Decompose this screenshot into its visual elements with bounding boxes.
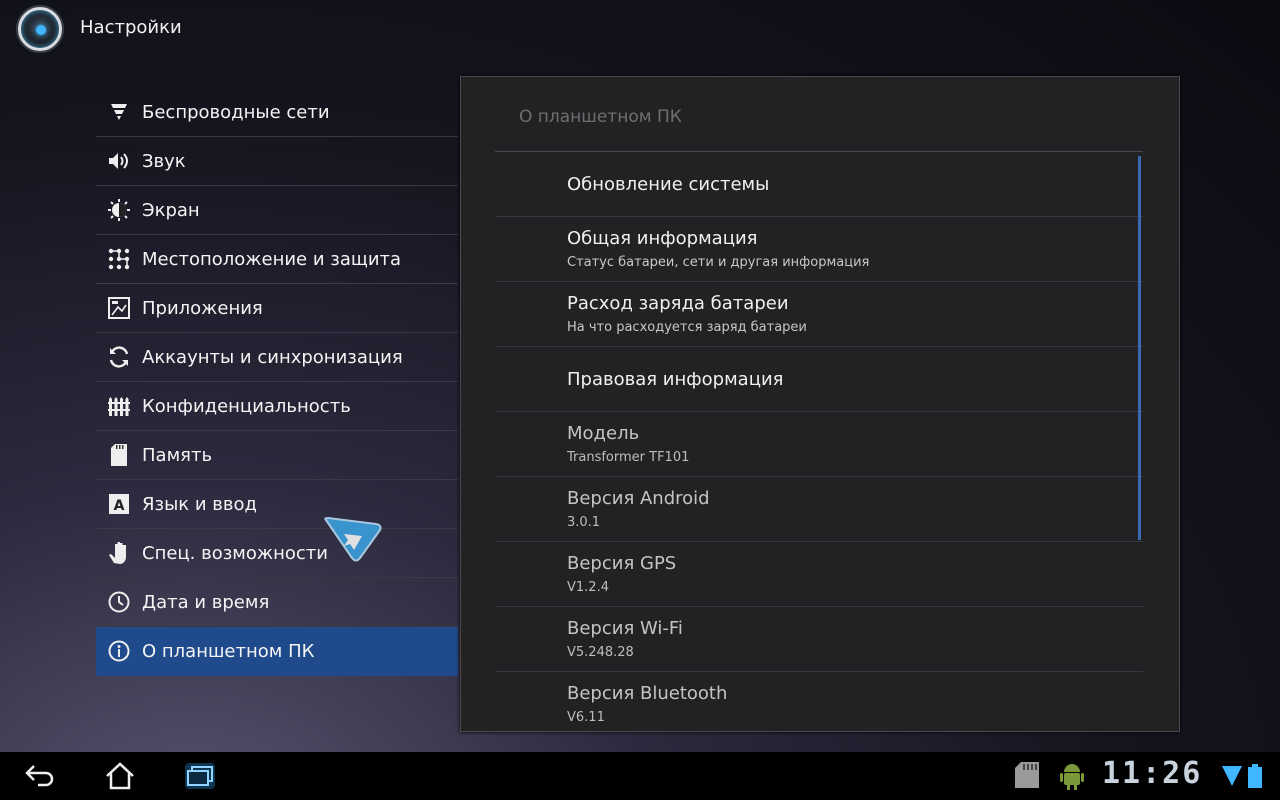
info-icon — [96, 627, 142, 675]
menu-item-date-time[interactable]: Дата и время — [96, 578, 458, 627]
pref-status[interactable]: Общая информация Статус батареи, сети и … — [495, 217, 1143, 282]
pref-title: Модель — [567, 423, 640, 444]
home-button[interactable] — [90, 752, 150, 800]
menu-item-label: Конфиденциальность — [142, 395, 351, 417]
pref-title: Версия Bluetooth — [567, 683, 728, 704]
settings-app-icon[interactable] — [18, 7, 62, 51]
back-button[interactable] — [10, 752, 70, 800]
clock-icon — [96, 578, 142, 626]
wireless-icon — [96, 88, 142, 136]
menu-item-label: Спец. возможности — [142, 542, 328, 564]
menu-item-accounts[interactable]: Аккаунты и синхронизация — [96, 333, 458, 382]
menu-item-label: Экран — [142, 199, 200, 221]
svg-text:A: A — [114, 498, 125, 514]
pref-battery-use[interactable]: Расход заряда батареи На что расходуется… — [495, 282, 1143, 347]
clock[interactable]: 11:26 — [1102, 756, 1202, 791]
pref-title: Расход заряда батареи — [567, 293, 789, 314]
menu-item-label: Память — [142, 444, 213, 466]
pref-title: Версия GPS — [567, 553, 677, 574]
menu-item-label: Беспроводные сети — [142, 101, 330, 123]
pref-bluetooth-version: Версия Bluetooth V6.11 — [495, 672, 1143, 731]
settings-menu: Беспроводные сети Звук Экран Местоположе… — [96, 88, 458, 676]
pref-android-version[interactable]: Версия Android 3.0.1 — [495, 477, 1143, 542]
recent-apps-button[interactable] — [170, 752, 230, 800]
preference-list: Обновление системы Общая информация Стат… — [495, 152, 1143, 731]
about-tablet-panel: О планшетном ПК Обновление системы Общая… — [460, 76, 1180, 732]
pref-subtitle: V5.248.28 — [567, 645, 634, 660]
location-grid-icon — [96, 235, 142, 283]
pref-model: Модель Transformer TF101 — [495, 412, 1143, 477]
pref-subtitle: V6.11 — [567, 710, 605, 725]
pref-subtitle: Transformer TF101 — [567, 450, 690, 465]
home-icon — [106, 762, 134, 790]
menu-item-display[interactable]: Экран — [96, 186, 458, 235]
pref-subtitle: V1.2.4 — [567, 580, 609, 595]
pref-title: Общая информация — [567, 228, 758, 249]
menu-item-label: Язык и ввод — [142, 493, 257, 515]
applications-icon — [96, 284, 142, 332]
system-bar: 11:26 — [0, 752, 1280, 800]
app-title: Настройки — [80, 17, 182, 38]
menu-item-label: Звук — [142, 150, 186, 172]
pref-title: Обновление системы — [567, 174, 770, 195]
language-icon: A — [96, 480, 142, 528]
menu-item-storage[interactable]: Память — [96, 431, 458, 480]
menu-item-wireless[interactable]: Беспроводные сети — [96, 88, 458, 137]
menu-item-applications[interactable]: Приложения — [96, 284, 458, 333]
watermark-logo — [320, 516, 386, 566]
pref-system-update[interactable]: Обновление системы — [495, 152, 1143, 217]
android-debug-icon — [1060, 762, 1084, 794]
brightness-icon — [96, 186, 142, 234]
menu-item-label: О планшетном ПК — [142, 640, 315, 662]
menu-item-location[interactable]: Местоположение и защита — [96, 235, 458, 284]
menu-item-label: Аккаунты и синхронизация — [142, 346, 403, 368]
wifi-signal-icon — [1222, 766, 1242, 790]
panel-title: О планшетном ПК — [519, 107, 682, 127]
menu-item-accessibility[interactable]: Спец. возможности — [96, 529, 458, 578]
scrollbar[interactable] — [1138, 156, 1141, 540]
pref-title: Версия Wi-Fi — [567, 618, 683, 639]
back-icon — [25, 765, 54, 787]
recent-apps-icon — [185, 763, 215, 789]
action-bar: Настройки — [0, 0, 1280, 58]
sd-card-status-icon — [1015, 762, 1039, 792]
menu-item-sound[interactable]: Звук — [96, 137, 458, 186]
menu-item-label: Местоположение и защита — [142, 248, 402, 270]
privacy-fence-icon — [96, 382, 142, 430]
hand-icon — [96, 529, 142, 577]
sync-icon — [96, 333, 142, 381]
pref-wifi-version: Версия Wi-Fi V5.248.28 — [495, 607, 1143, 672]
pref-subtitle: 3.0.1 — [567, 515, 601, 530]
battery-icon — [1248, 764, 1262, 792]
pref-title: Правовая информация — [567, 369, 784, 390]
speaker-icon — [96, 137, 142, 185]
menu-item-about-tablet[interactable]: О планшетном ПК — [96, 627, 458, 676]
menu-item-label: Дата и время — [142, 591, 270, 613]
pref-subtitle: Статус батареи, сети и другая информация — [567, 255, 870, 270]
pref-legal-info[interactable]: Правовая информация — [495, 347, 1143, 412]
sd-card-icon — [96, 431, 142, 479]
menu-item-label: Приложения — [142, 297, 263, 319]
pref-title: Версия Android — [567, 488, 710, 509]
menu-item-language[interactable]: A Язык и ввод — [96, 480, 458, 529]
pref-gps-version: Версия GPS V1.2.4 — [495, 542, 1143, 607]
menu-item-privacy[interactable]: Конфиденциальность — [96, 382, 458, 431]
pref-subtitle: На что расходуется заряд батареи — [567, 320, 807, 335]
